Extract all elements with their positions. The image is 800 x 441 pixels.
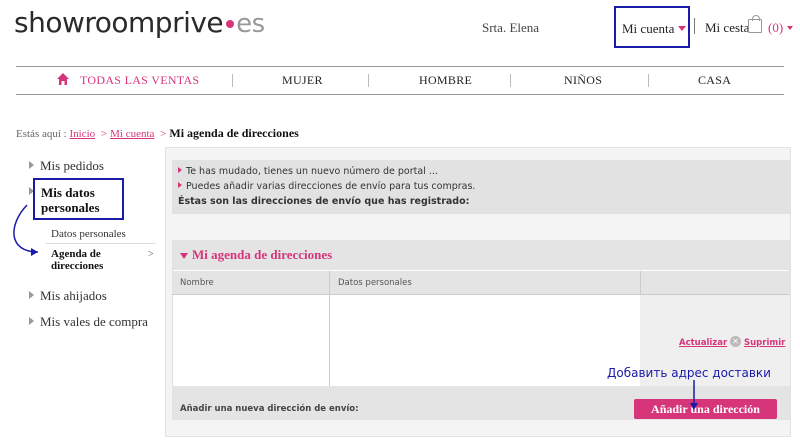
triangle-right-icon (29, 291, 34, 299)
breadcrumb-separator-icon: > (160, 128, 167, 140)
cart-count[interactable]: (0) (768, 20, 783, 36)
home-icon[interactable] (56, 72, 70, 86)
nav-divider (648, 74, 649, 87)
breadcrumb-prefix: Estás aquí : (16, 128, 67, 140)
sidebar-item-label: Mis pedidos (40, 158, 104, 173)
logo-text: showroomprive (14, 6, 224, 39)
chevron-down-icon (678, 26, 687, 31)
breadcrumb-separator-icon: > (100, 128, 108, 140)
table-header-nombre: Nombre (172, 271, 329, 295)
sidebar-item-label: Agenda de (51, 248, 101, 260)
sidebar-item-vales[interactable]: Mis vales de compra (29, 314, 148, 330)
add-address-label: Añadir una nueva dirección de envío: (180, 404, 359, 414)
triangle-right-icon (178, 182, 182, 188)
info-line: Te has mudado, tienes un nuevo número de… (178, 166, 438, 177)
logo-dot (226, 20, 235, 28)
column-divider (329, 271, 330, 386)
annotation-text: Добавить адрес доставки (607, 366, 771, 380)
triangle-right-icon (178, 167, 182, 173)
main-nav: TODAS LAS VENTAS MUJER HOMBRE NIÑOS CASA (16, 66, 784, 95)
sidebar-item-datos[interactable]: Mis datos personales (33, 178, 124, 220)
info-line: Éstas son las direcciones de envío que h… (178, 196, 470, 207)
sidebar-item-pedidos[interactable]: Mis pedidos (29, 158, 104, 174)
sidebar-item-label: direcciones (51, 260, 104, 272)
chevron-down-icon[interactable] (787, 26, 793, 30)
divider (46, 243, 156, 244)
add-address-button[interactable]: Añadir una dirección (634, 399, 777, 419)
update-address-link[interactable]: Actualizar (679, 338, 727, 348)
nav-item-hombre[interactable]: HOMBRE (419, 73, 472, 88)
annotation-arrowhead (31, 248, 38, 256)
sidebar-item-label: Mis ahijados (40, 288, 107, 303)
close-icon[interactable]: ✕ (730, 336, 741, 347)
breadcrumb-home-link[interactable]: Inicio (69, 128, 95, 140)
nav-item-ninos[interactable]: NIÑOS (564, 73, 602, 88)
breadcrumb-account-link[interactable]: Mi cuenta (110, 128, 154, 140)
shopping-bag-icon[interactable] (748, 15, 762, 33)
nav-divider (510, 74, 511, 87)
nav-divider (368, 74, 369, 87)
account-label: Mi cuenta (622, 21, 675, 36)
triangle-right-icon (29, 161, 34, 169)
logo-tld: es (236, 9, 265, 39)
sidebar-item-label: personales (41, 200, 100, 215)
sidebar-subitem-agenda[interactable]: Agenda de direcciones (51, 248, 103, 272)
nav-item-todas[interactable]: TODAS LAS VENTAS (80, 73, 199, 88)
triangle-right-icon (29, 317, 34, 325)
nav-item-casa[interactable]: CASA (698, 73, 731, 88)
cart-link[interactable]: Mi cesta (705, 20, 749, 36)
info-text: Te has mudado, tienes un nuevo número de… (186, 166, 438, 177)
table-header-datos: Datos personales (330, 271, 640, 295)
sidebar-subitem-datos-personales[interactable]: Datos personales (51, 228, 126, 240)
sidebar-item-ahijados[interactable]: Mis ahijados (29, 288, 107, 304)
user-greeting: Srta. Elena (482, 20, 540, 35)
info-text: Puedes añadir varias direcciones de enví… (186, 181, 476, 192)
site-logo[interactable]: showroomprive es (14, 6, 265, 39)
triangle-down-icon[interactable] (180, 253, 188, 259)
address-book-title: Mi agenda de direcciones (192, 247, 333, 262)
nav-item-mujer[interactable]: MUJER (282, 73, 323, 88)
chevron-right-icon: > (148, 249, 154, 260)
breadcrumb-current: Mi agenda de direcciones (169, 126, 299, 140)
sidebar-item-label: Mis vales de compra (40, 314, 148, 329)
info-line: Puedes añadir varias direcciones de enví… (178, 181, 475, 192)
delete-address-link[interactable]: Suprimir (744, 338, 785, 348)
account-menu-button[interactable]: Mi cuenta (614, 6, 690, 48)
header-divider (694, 18, 695, 34)
nav-divider (232, 74, 233, 87)
breadcrumb: Estás aquí : Inicio > Mi cuenta > Mi agend… (16, 126, 299, 141)
table-header-actions (641, 271, 790, 295)
sidebar-item-label: Mis datos (41, 185, 95, 200)
